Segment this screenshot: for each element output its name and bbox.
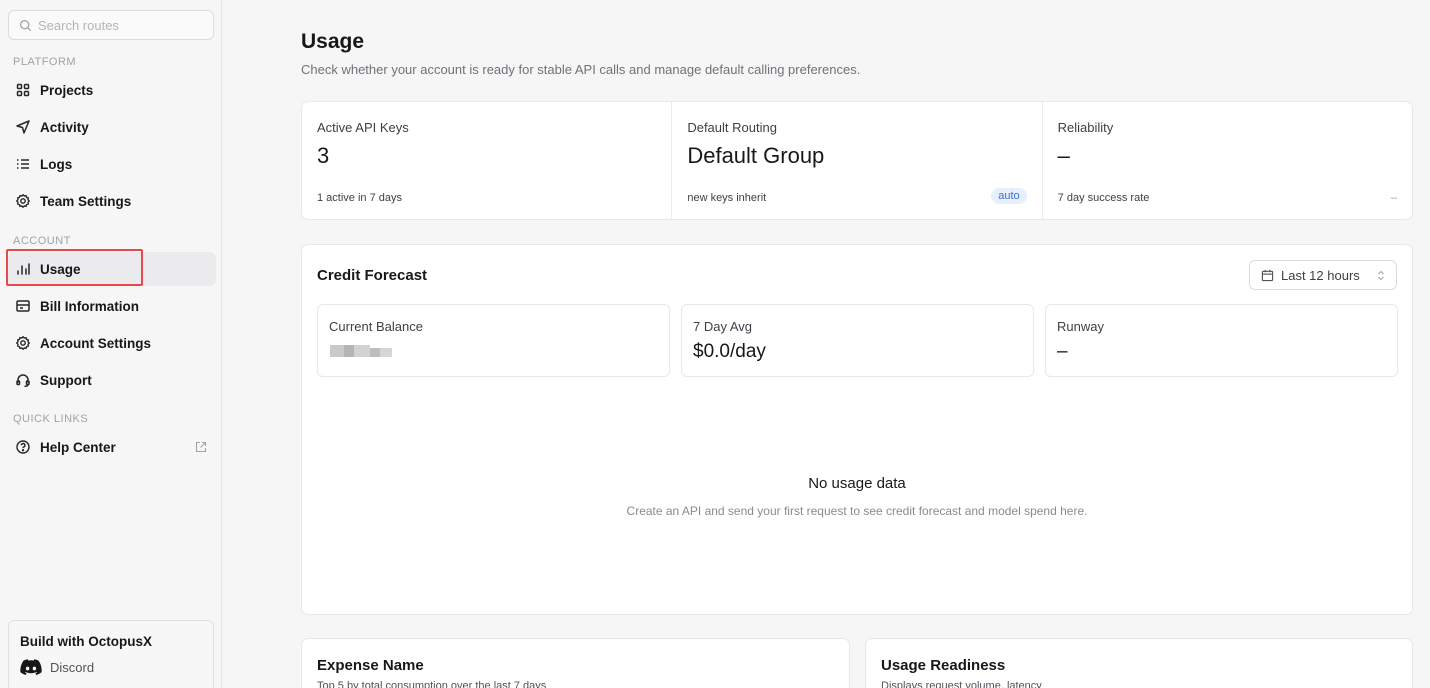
- page-subtitle: Check whether your account is ready for …: [301, 62, 861, 77]
- grid-icon: [15, 82, 31, 98]
- stat-label: Default Routing: [687, 120, 777, 135]
- seven-day-avg-card: 7 Day Avg $0.0/day: [681, 304, 1034, 377]
- stat-value: –: [1057, 143, 1070, 168]
- discord-label: Discord: [50, 659, 95, 675]
- sidebar-item-label: Support: [40, 372, 92, 388]
- gear-icon: [15, 335, 31, 351]
- headset-icon: [15, 372, 31, 388]
- stat-foot: new keys inherit: [687, 192, 767, 204]
- stat-value: Default Group: [687, 143, 825, 168]
- receipt-icon: [15, 298, 31, 314]
- stat-reliability: Reliability – 7 day success rate –: [1043, 102, 1412, 219]
- section-label-account: ACCOUNT: [13, 235, 71, 247]
- card-title: Expense Name: [317, 657, 424, 674]
- sidebar-item-help-center[interactable]: Help Center: [8, 430, 216, 464]
- sidebar-item-label: Usage: [40, 261, 81, 277]
- sidebar-item-label: Account Settings: [40, 335, 152, 351]
- discord-link[interactable]: Discord: [20, 659, 202, 675]
- runway-card: Runway –: [1045, 304, 1398, 377]
- chevron-up-down-icon: [1377, 270, 1385, 281]
- card-subtitle: Top 5 by total consumption over the last…: [317, 680, 547, 688]
- main-content: Usage Check whether your account is read…: [223, 0, 1430, 688]
- stat-value: 3: [317, 143, 330, 168]
- empty-state-title: No usage data: [808, 475, 906, 492]
- mini-value: $0.0/day: [693, 341, 766, 362]
- discord-icon: [20, 659, 42, 675]
- time-range-select[interactable]: Last 12 hours: [1249, 260, 1397, 290]
- stat-active-api-keys: Active API Keys 3 1 active in 7 days: [302, 102, 673, 219]
- sidebar-item-label: Bill Information: [40, 298, 139, 314]
- stats-panel: Active API Keys 3 1 active in 7 days Def…: [301, 101, 1413, 220]
- expense-name-card: Expense Name Top 5 by total consumption …: [301, 638, 850, 688]
- blurred-balance: [330, 345, 398, 357]
- section-label-platform: PLATFORM: [13, 56, 77, 68]
- empty-state-subtitle: Create an API and send your first reques…: [626, 504, 1088, 518]
- sidebar-item-team-settings[interactable]: Team Settings: [8, 184, 216, 218]
- sidebar-item-logs[interactable]: Logs: [8, 147, 216, 181]
- sidebar-item-label: Activity: [40, 119, 89, 135]
- sidebar-item-usage[interactable]: Usage: [8, 252, 216, 286]
- credit-forecast-title: Credit Forecast: [317, 267, 428, 284]
- page-title: Usage: [301, 30, 365, 53]
- stat-label: Active API Keys: [317, 120, 409, 135]
- sidebar-item-label: Projects: [40, 82, 94, 98]
- mini-label: 7 Day Avg: [693, 319, 753, 334]
- auto-badge: auto: [991, 188, 1027, 204]
- gear-icon: [15, 193, 31, 209]
- current-balance-card: Current Balance: [317, 304, 670, 377]
- build-card-title: Build with OctopusX: [20, 634, 152, 649]
- mini-label: Current Balance: [329, 319, 423, 334]
- time-range-value: Last 12 hours: [1281, 267, 1360, 283]
- bar-chart-icon: [15, 261, 31, 277]
- sidebar-item-label: Help Center: [40, 439, 116, 455]
- sidebar: PLATFORM Projects Activity Logs Team Set…: [0, 0, 222, 688]
- sidebar-item-label: Team Settings: [40, 193, 132, 209]
- stat-default-routing: Default Routing Default Group new keys i…: [672, 102, 1043, 219]
- search-input[interactable]: [38, 17, 208, 33]
- search-box[interactable]: [8, 10, 214, 40]
- calendar-icon: [1261, 269, 1274, 282]
- sidebar-item-activity[interactable]: Activity: [8, 110, 216, 144]
- stat-foot-right: –: [1390, 192, 1397, 204]
- external-link-icon: [195, 441, 207, 453]
- sidebar-item-support[interactable]: Support: [8, 363, 216, 397]
- stat-foot: 7 day success rate: [1057, 192, 1150, 204]
- mini-label: Runway: [1057, 319, 1104, 334]
- usage-readiness-card: Usage Readiness Displays request volume,…: [865, 638, 1413, 688]
- card-title: Usage Readiness: [881, 657, 1006, 674]
- section-label-quick-links: QUICK LINKS: [13, 413, 89, 425]
- sidebar-item-account-settings[interactable]: Account Settings: [8, 326, 216, 360]
- sidebar-item-bill-information[interactable]: Bill Information: [8, 289, 216, 323]
- list-icon: [15, 156, 31, 172]
- stat-foot: 1 active in 7 days: [317, 192, 402, 204]
- help-circle-icon: [15, 439, 31, 455]
- build-card: Build with OctopusX Discord: [8, 620, 214, 688]
- search-icon: [19, 19, 32, 32]
- card-subtitle: Displays request volume, latency: [881, 680, 1042, 688]
- sidebar-item-label: Logs: [40, 156, 73, 172]
- sidebar-item-projects[interactable]: Projects: [8, 73, 216, 107]
- credit-forecast-card: Credit Forecast Last 12 hours Current Ba…: [301, 244, 1413, 615]
- send-icon: [15, 119, 31, 135]
- mini-value: –: [1057, 341, 1068, 362]
- stat-label: Reliability: [1057, 120, 1114, 135]
